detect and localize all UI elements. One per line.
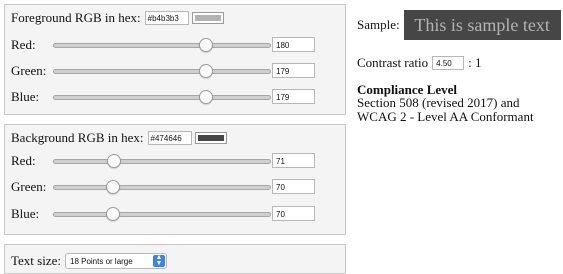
foreground-hex-label: Foreground RGB in hex:: [11, 10, 141, 25]
foreground-hex-input[interactable]: #b4b3b3: [144, 11, 189, 25]
background-color-swatch[interactable]: [194, 132, 227, 144]
background-green-label: Green:: [11, 179, 47, 194]
foreground-green-row: Green: 179: [11, 63, 341, 79]
background-red-slider-thumb[interactable]: [107, 154, 122, 168]
background-red-slider[interactable]: [53, 154, 271, 168]
background-hex-input[interactable]: #474646: [147, 131, 192, 145]
compliance-text: Section 508 (revised 2017) and WCAG 2 - …: [357, 95, 534, 124]
text-size-select[interactable]: 18 Points or large ▲ ▼: [65, 253, 167, 269]
background-green-slider-thumb[interactable]: [106, 180, 121, 194]
foreground-blue-slider[interactable]: [53, 90, 271, 104]
background-green-slider[interactable]: [53, 180, 271, 194]
text-size-label: Text size:: [11, 253, 61, 268]
background-blue-slider-thumb[interactable]: [106, 207, 121, 221]
foreground-red-label: Red:: [11, 37, 36, 52]
background-blue-row: Blue: 70: [11, 206, 341, 222]
foreground-green-input[interactable]: 179: [272, 63, 315, 78]
text-size-selected: 18 Points or large: [70, 256, 133, 266]
background-hex-label: Background RGB in hex:: [11, 130, 144, 145]
foreground-red-slider[interactable]: [53, 38, 271, 52]
background-red-row: Red: 71: [11, 153, 341, 169]
contrast-ratio-field: 4.50: [432, 56, 465, 70]
select-arrows-icon: ▲ ▼: [153, 254, 165, 267]
sample-label: Sample:: [357, 17, 400, 32]
foreground-hex-row: Foreground RGB in hex: #b4b3b3: [11, 10, 224, 26]
background-panel: Background RGB in hex: #474646 Red: 71 G…: [4, 124, 346, 235]
foreground-red-row: Red: 180: [11, 37, 341, 53]
foreground-panel: Foreground RGB in hex: #b4b3b3 Red: 180 …: [4, 4, 346, 115]
foreground-blue-label: Blue:: [11, 89, 40, 104]
sample-row: Sample: This is sample text: [357, 10, 561, 40]
background-green-row: Green: 70: [11, 179, 341, 195]
background-blue-slider[interactable]: [53, 207, 271, 221]
foreground-red-slider-thumb[interactable]: [199, 38, 214, 52]
contrast-label: Contrast ratio: [357, 55, 429, 70]
foreground-red-input[interactable]: 180: [272, 37, 315, 52]
foreground-blue-row: Blue: 179: [11, 89, 341, 105]
text-size-row: Text size: 18 Points or large ▲ ▼: [11, 253, 167, 269]
background-red-label: Red:: [11, 153, 36, 168]
contrast-suffix: : 1: [468, 55, 482, 70]
sample-text-box: This is sample text: [403, 10, 561, 40]
foreground-green-slider-thumb[interactable]: [198, 64, 213, 78]
background-blue-label: Blue:: [11, 206, 40, 221]
background-green-input[interactable]: 70: [272, 179, 315, 194]
foreground-blue-slider-thumb[interactable]: [198, 90, 213, 104]
foreground-blue-input[interactable]: 179: [272, 89, 315, 104]
text-size-panel: Text size: 18 Points or large ▲ ▼: [4, 244, 346, 274]
contrast-row: Contrast ratio 4.50 : 1: [357, 55, 482, 71]
foreground-green-slider[interactable]: [53, 64, 271, 78]
background-blue-input[interactable]: 70: [272, 206, 315, 221]
background-hex-row: Background RGB in hex: #474646: [11, 130, 227, 146]
foreground-green-label: Green:: [11, 63, 47, 78]
background-red-input[interactable]: 71: [272, 153, 315, 168]
foreground-color-swatch[interactable]: [191, 12, 224, 24]
